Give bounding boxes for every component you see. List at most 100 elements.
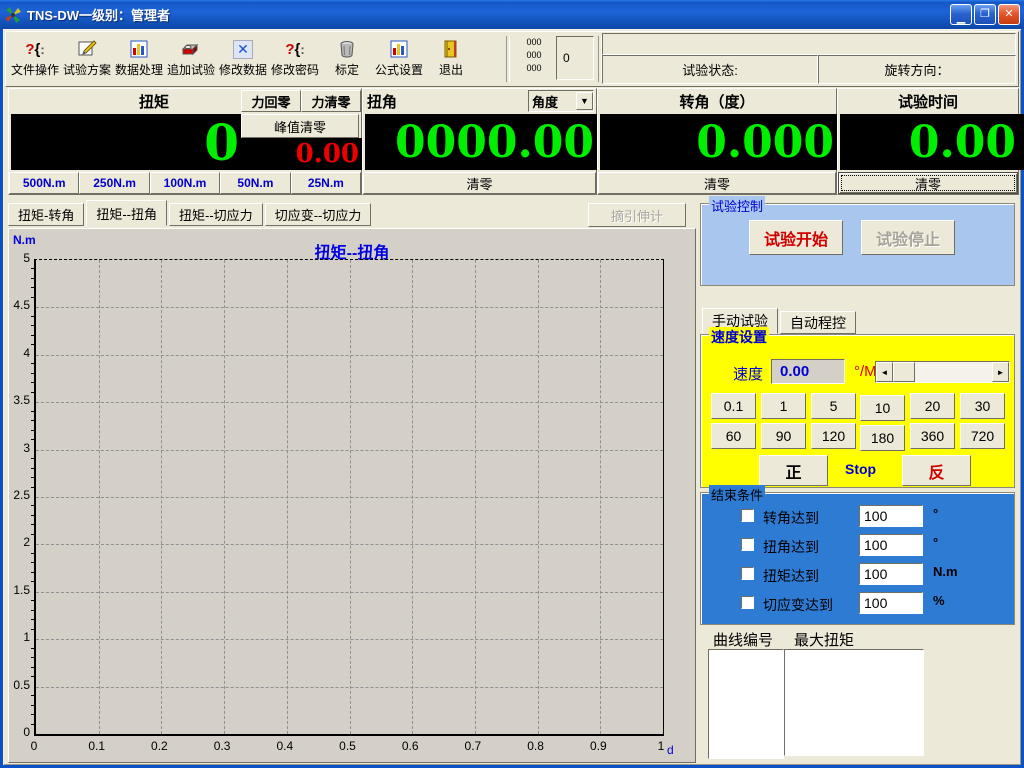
y-tick-label: 5 (9, 251, 30, 265)
test-time-clear-button[interactable]: 清零 (838, 172, 1018, 194)
range-50-button[interactable]: 50N.m (220, 172, 290, 194)
preset-60-button[interactable]: 60 (711, 423, 756, 449)
x-gridline (538, 260, 539, 734)
rotation-reached-checkbox[interactable] (741, 509, 754, 522)
force-clear-button[interactable]: 力清零 (301, 90, 361, 112)
condition-label: 扭矩达到 (763, 566, 819, 586)
preset-360-button[interactable]: 360 (910, 423, 955, 449)
y-minor-tick (31, 392, 35, 393)
tab-shear-strain-stress[interactable]: 切应变--切应力 (265, 203, 372, 226)
jog-reverse-button[interactable]: 反 (902, 455, 971, 486)
rotation-panel: 转角（度） 0.000 清零 (597, 88, 837, 195)
condition-row: 扭矩达到 100 N.m (701, 563, 1014, 585)
range-500-button[interactable]: 500N.m (9, 172, 79, 194)
blue-x-icon: ✕ (233, 38, 253, 60)
toolbar-change-password-button[interactable]: ?{: 修改密码 (269, 36, 321, 82)
tab-torque-rotation[interactable]: 扭矩-转角 (8, 203, 84, 226)
x-tick-label: 0.3 (207, 739, 237, 753)
y-minor-tick (31, 524, 35, 525)
toolbar-calibration-button[interactable]: 标定 (321, 36, 373, 82)
toolbar-formula-settings-button[interactable]: 公式设置 (373, 36, 425, 82)
speed-label: 速度 (733, 363, 763, 384)
range-100-button[interactable]: 100N.m (150, 172, 220, 194)
test-start-button[interactable]: 试验开始 (749, 220, 843, 255)
toolbar-data-processing-button[interactable]: 数据处理 (113, 36, 165, 82)
minimize-button[interactable]: ▁ (950, 4, 972, 25)
twist-reached-checkbox[interactable] (741, 538, 754, 551)
x-gridline (350, 260, 351, 734)
toolbar-test-plan-button[interactable]: 试验方案 (61, 36, 113, 82)
preset-120-button[interactable]: 120 (811, 423, 856, 449)
angle-unit-value: 角度 (529, 92, 576, 111)
twist-angle-header: 扭角 角度 ▼ (363, 89, 596, 113)
force-zero-button[interactable]: 力回零 (241, 90, 301, 112)
y-minor-tick (31, 553, 35, 554)
test-stop-button[interactable]: 试验停止 (861, 220, 955, 255)
y-minor-tick (31, 629, 35, 630)
max-torque-list[interactable] (784, 649, 924, 756)
scroll-left-arrow-icon[interactable]: ◄ (876, 362, 893, 382)
preset-180-button[interactable]: 180 (860, 425, 905, 451)
x-tick-label: 0.9 (583, 739, 613, 753)
y-minor-tick (31, 562, 35, 563)
preset-720-button[interactable]: 720 (960, 423, 1005, 449)
rotation-clear-button[interactable]: 清零 (598, 172, 836, 194)
scroll-right-arrow-icon[interactable]: ► (992, 362, 1009, 382)
speed-scrollbar[interactable]: ◄ ► (875, 361, 1010, 383)
y-tick-label: 1 (9, 630, 30, 644)
preset-30-button[interactable]: 30 (960, 393, 1005, 419)
help-braces-icon: ?{: (285, 38, 304, 60)
test-time-header: 试验时间 (838, 89, 1018, 113)
motion-state-label: Stop (845, 461, 876, 477)
toolbar-modify-data-button[interactable]: ✕ 修改数据 (217, 36, 269, 82)
preset-1-button[interactable]: 1 (761, 393, 806, 419)
y-minor-tick (31, 316, 35, 317)
y-minor-tick (31, 572, 35, 573)
toolbar-append-test-button[interactable]: 追加试验 (165, 36, 217, 82)
y-tick-label: 2.5 (9, 488, 30, 502)
tab-torque-twist[interactable]: 扭矩--扭角 (86, 200, 167, 226)
curve-number-list[interactable] (708, 649, 784, 759)
preset-0_1-button[interactable]: 0.1 (711, 393, 756, 419)
scrollbar-thumb[interactable] (893, 362, 915, 382)
peak-clear-button[interactable]: 峰值清零 (241, 114, 359, 138)
maximize-button[interactable]: ❐ (974, 4, 996, 25)
toolbar-file-ops-button[interactable]: ?{: 文件操作 (9, 36, 61, 82)
preset-5-button[interactable]: 5 (811, 393, 856, 419)
test-control-group: 试验控制 试验开始 试验停止 (700, 203, 1015, 286)
speed-input[interactable]: 0.00 (771, 359, 845, 384)
y-minor-tick (31, 657, 35, 658)
curve-number-label: 曲线编号 (713, 629, 773, 650)
range-25-button[interactable]: 25N.m (291, 172, 361, 194)
y-minor-tick (31, 335, 35, 336)
x-tick-label: 0.1 (82, 739, 112, 753)
preset-90-button[interactable]: 90 (761, 423, 806, 449)
scrollbar-track[interactable] (915, 362, 992, 382)
preset-20-button[interactable]: 20 (910, 393, 955, 419)
y-minor-tick (31, 325, 35, 326)
x-gridline (475, 260, 476, 734)
range-250-button[interactable]: 250N.m (79, 172, 149, 194)
jog-forward-button[interactable]: 正 (759, 455, 828, 486)
speed-settings-group: 速度设置 速度 0.00 °/Min ◄ ► 0.1 1 5 10 20 30 … (700, 334, 1015, 488)
y-tick-label: 2 (9, 535, 30, 549)
twist-angle-clear-button[interactable]: 清零 (363, 172, 596, 194)
torque-reached-checkbox[interactable] (741, 567, 754, 580)
close-button[interactable]: ✕ (998, 4, 1020, 25)
rotation-reached-input[interactable]: 100 (859, 505, 923, 527)
shear-strain-reached-input[interactable]: 100 (859, 592, 923, 614)
tab-torque-shear-stress[interactable]: 扭矩--切应力 (169, 203, 263, 226)
chart-x-axis-unit: d (667, 743, 674, 757)
chevron-down-icon[interactable]: ▼ (576, 92, 593, 110)
toolbar-exit-button[interactable]: 退出 (425, 36, 477, 82)
twist-reached-input[interactable]: 100 (859, 534, 923, 556)
tab-auto-program[interactable]: 自动程控 (780, 311, 856, 334)
remove-extensometer-button[interactable]: 摘引伸计 (588, 203, 686, 227)
torque-reached-input[interactable]: 100 (859, 563, 923, 585)
preset-10-button[interactable]: 10 (860, 395, 905, 421)
condition-label: 切应变达到 (763, 595, 833, 615)
test-status-field: 试验状态: (602, 55, 818, 84)
shear-strain-reached-checkbox[interactable] (741, 596, 754, 609)
angle-unit-select[interactable]: 角度 ▼ (528, 90, 594, 112)
torque-title: 扭矩 (139, 91, 169, 112)
